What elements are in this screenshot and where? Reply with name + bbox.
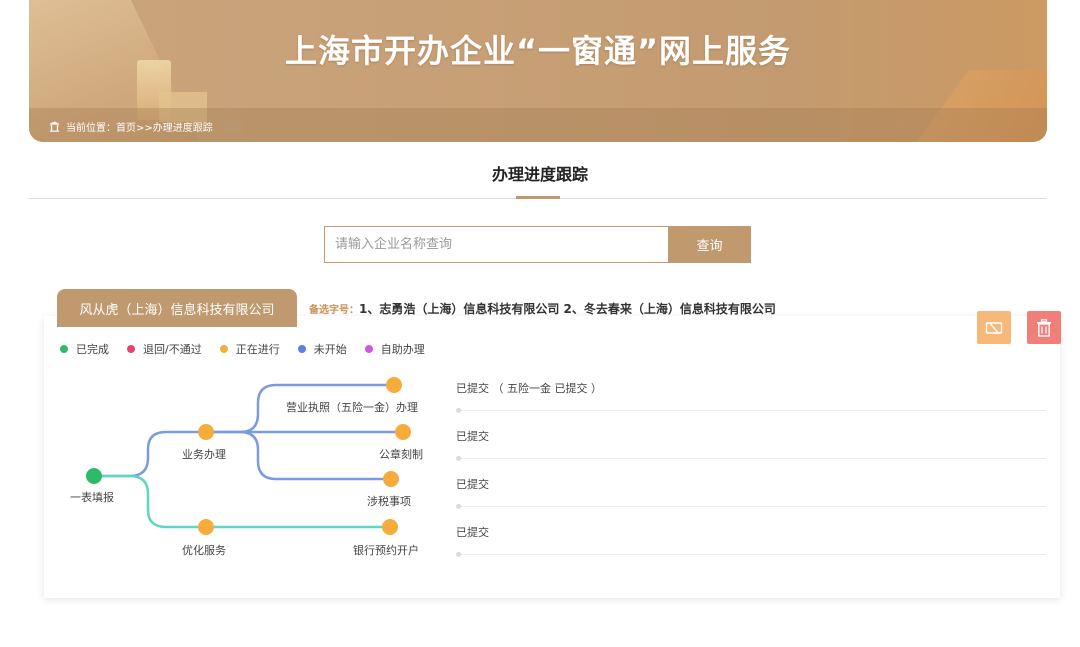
- node-label-bank[interactable]: 银行预约开户: [353, 542, 419, 558]
- trash-icon: [1037, 318, 1051, 337]
- node-label-seal[interactable]: 公章刻制: [379, 446, 423, 462]
- status-row: 已提交: [456, 476, 1046, 509]
- status-row: 已提交: [456, 524, 1046, 557]
- title-underline: [516, 196, 560, 199]
- header-banner: 上海市开办企业“一窗通”网上服务 当前位置：首页>>办理进度跟踪: [29, 0, 1047, 142]
- delete-button[interactable]: [1027, 311, 1061, 344]
- status-divider: [456, 408, 1046, 413]
- legend-dot: [364, 345, 373, 353]
- legend-dot: [297, 345, 306, 353]
- breadcrumb-decoration: [222, 119, 241, 134]
- node-label-tax[interactable]: 涉税事项: [367, 493, 411, 509]
- breadcrumb: 当前位置：首页>>办理进度跟踪: [49, 119, 241, 134]
- legend-item-self-service: 自助办理: [364, 341, 425, 357]
- breadcrumb-prefix: 当前位置：: [66, 123, 116, 134]
- company-tab[interactable]: 风从虎（上海）信息科技有限公司: [57, 289, 297, 327]
- search-box: [324, 226, 670, 263]
- company-search-input[interactable]: [335, 237, 669, 252]
- status-row: 已提交: [456, 428, 1046, 461]
- legend-item-rejected: 退回/不通过: [127, 341, 202, 357]
- breadcrumb-current: 办理进度跟踪: [152, 123, 213, 134]
- node-label-root: 一表填报: [70, 491, 114, 504]
- search-button[interactable]: 查询: [668, 226, 751, 263]
- status-text: 已提交 （ 五险一金 已提交 ）: [456, 382, 602, 395]
- alternate-names-value: 1、志勇浩（上海）信息科技有限公司 2、冬去春来（上海）信息科技有限公司: [359, 302, 776, 316]
- status-divider: [456, 456, 1046, 461]
- status-divider: [456, 552, 1046, 557]
- home-icon: [49, 121, 60, 132]
- legend-label: 已完成: [76, 343, 109, 356]
- node-label-license[interactable]: 营业执照（五险一金）办理: [286, 399, 418, 415]
- legend-item-completed: 已完成: [60, 341, 109, 357]
- unbind-icon: [985, 321, 1003, 334]
- legend-label: 未开始: [313, 343, 347, 356]
- legend-dot: [127, 345, 135, 353]
- alternate-names-label: 备选字号：: [309, 305, 359, 316]
- status-text: 已提交: [456, 526, 489, 539]
- status-row: 已提交 （ 五险一金 已提交 ）: [456, 380, 1046, 413]
- status-text: 已提交: [456, 430, 489, 443]
- legend-dot: [219, 345, 228, 353]
- status-legend: 已完成 退回/不通过 正在进行 未开始 自助办理: [60, 341, 425, 357]
- unbind-button[interactable]: [977, 311, 1011, 344]
- breadcrumb-bar: 当前位置：首页>>办理进度跟踪: [29, 108, 1047, 142]
- site-title: 上海市开办企业“一窗通”网上服务: [284, 32, 792, 70]
- node-label-optimize: 优化服务: [182, 544, 226, 557]
- alternate-names: 备选字号：1、志勇浩（上海）信息科技有限公司 2、冬去春来（上海）信息科技有限公…: [309, 300, 776, 317]
- legend-label: 自助办理: [380, 343, 425, 356]
- legend-dot: [60, 345, 68, 353]
- legend-label: 退回/不通过: [143, 343, 202, 356]
- legend-item-not-started: 未开始: [297, 341, 347, 357]
- breadcrumb-home-link[interactable]: 首页: [116, 123, 136, 134]
- status-text: 已提交: [456, 478, 489, 491]
- legend-label: 正在进行: [235, 343, 280, 356]
- status-divider: [456, 504, 1046, 509]
- breadcrumb-separator: >>: [136, 123, 153, 134]
- legend-item-in-progress: 正在进行: [219, 341, 280, 357]
- node-label-business: 业务办理: [182, 448, 226, 461]
- page-title: 办理进度跟踪: [491, 165, 588, 184]
